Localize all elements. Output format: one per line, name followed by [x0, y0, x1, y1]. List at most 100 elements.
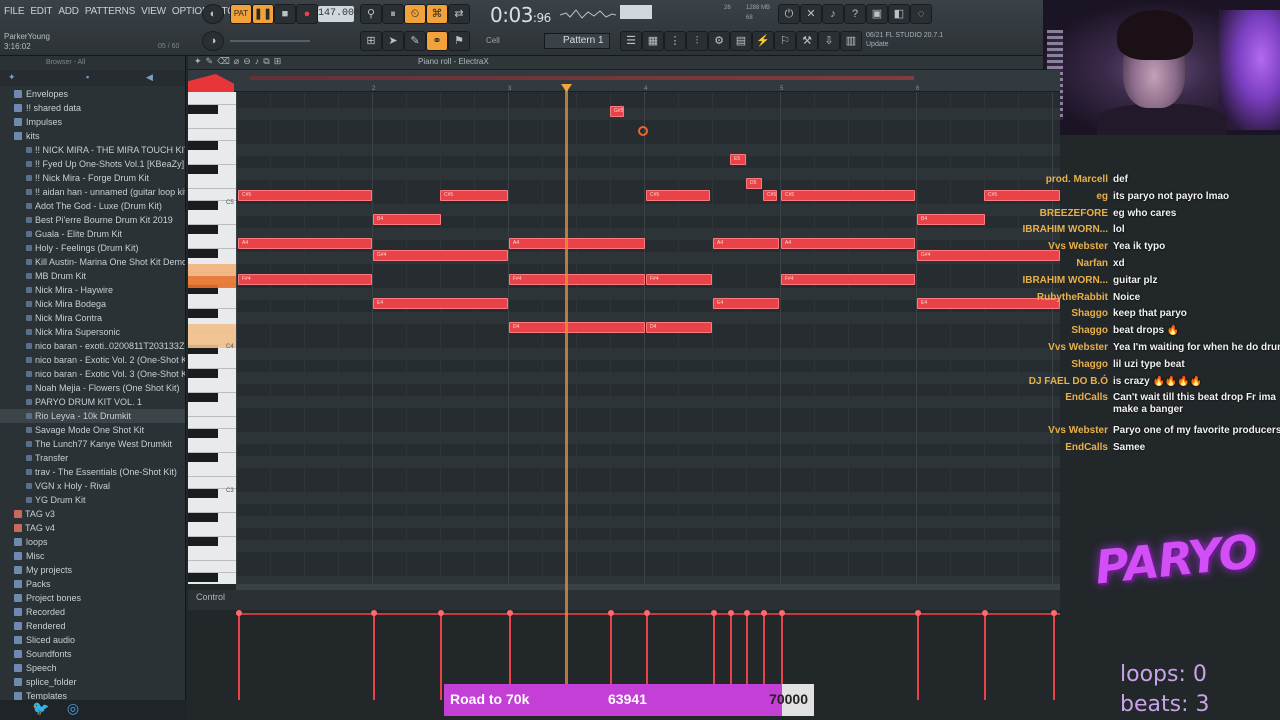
browser-item[interactable]: Rendered: [0, 619, 185, 633]
tag-icon[interactable]: ⚐: [774, 31, 796, 51]
black-key[interactable]: [188, 489, 218, 498]
black-key[interactable]: [188, 393, 218, 402]
channel-rack-icon[interactable]: ⋮: [664, 31, 686, 51]
mixer-icon[interactable]: ⫶: [686, 31, 708, 51]
pencil-icon[interactable]: ✎: [404, 31, 426, 51]
browser-item[interactable]: Nick Mira Supersonic: [0, 325, 185, 339]
piano-roll-tools-icon[interactable]: ✦✎⌫⌀⊖♪⧉⊞: [194, 56, 285, 67]
render-icon[interactable]: ◧: [888, 4, 910, 24]
browser-item[interactable]: Savage Mode One Shot Kit: [0, 423, 185, 437]
note[interactable]: E4: [373, 298, 508, 309]
note[interactable]: G#5: [610, 106, 624, 117]
browser-item[interactable]: Guala - Elite Drum Kit: [0, 227, 185, 241]
menu-edit[interactable]: EDIT: [30, 6, 52, 20]
download-icon[interactable]: ⇩: [818, 31, 840, 51]
note[interactable]: F#4: [509, 274, 645, 285]
browser-item[interactable]: Soundfonts: [0, 647, 185, 661]
snap-icon[interactable]: ⊞: [360, 31, 382, 51]
link-icon[interactable]: ⚭: [426, 31, 448, 51]
close-icon[interactable]: ✕: [800, 4, 822, 24]
playlist-icon[interactable]: ☰: [620, 31, 642, 51]
browser-item[interactable]: My projects: [0, 563, 185, 577]
browser-item[interactable]: Holy - Feelings (Drum Kit): [0, 241, 185, 255]
browser-item[interactable]: Impulses: [0, 115, 185, 129]
menu-add[interactable]: ADD: [58, 6, 79, 20]
stop-button[interactable]: ■: [274, 4, 296, 24]
chat-icon[interactable]: ◌: [910, 4, 932, 24]
velocity-handle[interactable]: [915, 610, 921, 616]
velocity-handle[interactable]: [236, 610, 242, 616]
note[interactable]: C#5: [646, 190, 710, 201]
wait-input-icon[interactable]: ⏸: [382, 4, 404, 24]
highlighted-key[interactable]: [188, 264, 236, 276]
browser-item[interactable]: PARYO DRUM KIT VOL. 1: [0, 395, 185, 409]
black-key[interactable]: [188, 309, 218, 318]
black-key[interactable]: [188, 453, 218, 462]
browser-item[interactable]: !! aidan han - unnamed (guitar loop kit): [0, 185, 185, 199]
note[interactable]: A4: [781, 238, 915, 249]
black-key[interactable]: [188, 429, 218, 438]
browser-item[interactable]: YG Drum Kit: [0, 493, 185, 507]
note[interactable]: C#5: [238, 190, 372, 201]
browser-item[interactable]: Sliced audio: [0, 633, 185, 647]
note[interactable]: F#4: [781, 274, 915, 285]
browser-item[interactable]: nico baran - Exotic Vol. 2 (One-Shot Kit…: [0, 353, 185, 367]
black-key[interactable]: [188, 201, 218, 210]
master-pitch-knob[interactable]: ◑: [202, 31, 224, 51]
black-key[interactable]: [188, 249, 218, 258]
menu-view[interactable]: VIEW: [141, 6, 166, 20]
countdown-icon[interactable]: ⏲: [404, 4, 426, 24]
velocity-bar[interactable]: [238, 614, 240, 700]
velocity-handle[interactable]: [438, 610, 444, 616]
velocity-bar[interactable]: [984, 614, 986, 700]
note[interactable]: F#4: [238, 274, 372, 285]
velocity-handle[interactable]: [507, 610, 513, 616]
note[interactable]: C#5: [763, 190, 777, 201]
velocity-handle[interactable]: [711, 610, 717, 616]
menu-patterns[interactable]: PATTERNS: [85, 6, 135, 20]
note[interactable]: F#4: [646, 274, 712, 285]
mic-icon[interactable]: ♪: [822, 4, 844, 24]
arrow-icon[interactable]: ➤: [382, 31, 404, 51]
piano-roll-icon[interactable]: ▦: [642, 31, 664, 51]
snap-label[interactable]: Cell: [486, 36, 500, 45]
note[interactable]: A4: [713, 238, 779, 249]
master-pitch-slider[interactable]: [230, 40, 310, 42]
browser-item[interactable]: Rio Leyva - 10k Drumkit: [0, 409, 185, 423]
browser-item[interactable]: nico baran - exoti..0200811T203133Z-001: [0, 339, 185, 353]
velocity-handle[interactable]: [728, 610, 734, 616]
browser-item[interactable]: !! Fyed Up One-Shots Vol.1 [KBeaZy]: [0, 157, 185, 171]
tempo-display[interactable]: 147.000: [318, 6, 360, 22]
wrench-icon[interactable]: ⚒: [796, 31, 818, 51]
browser-item[interactable]: Templates: [0, 689, 185, 700]
note[interactable]: D5: [746, 178, 762, 189]
black-key[interactable]: [188, 141, 218, 150]
velocity-handle[interactable]: [779, 610, 785, 616]
highlighted-key[interactable]: [188, 276, 236, 288]
browser-item[interactable]: Packs: [0, 577, 185, 591]
black-key[interactable]: [188, 513, 218, 522]
save-icon[interactable]: ▣: [866, 4, 888, 24]
black-key[interactable]: [188, 105, 218, 114]
browser-item[interactable]: Transfer: [0, 451, 185, 465]
browser-item[interactable]: Project bones: [0, 591, 185, 605]
channel-settings-icon[interactable]: ⚙: [708, 31, 730, 51]
grid-icon[interactable]: ▥: [840, 31, 862, 51]
browser-item[interactable]: nico baran - Exotic Vol. 3 (One-Shot Kit…: [0, 367, 185, 381]
velocity-handle[interactable]: [744, 610, 750, 616]
browser-item[interactable]: TAG v4: [0, 521, 185, 535]
browser-item[interactable]: Kill Austin- Marina One Shot Kit Demo: [0, 255, 185, 269]
play-button[interactable]: ❚❚: [252, 4, 274, 24]
velocity-bar[interactable]: [917, 614, 919, 700]
velocity-bar[interactable]: [373, 614, 375, 700]
note[interactable]: C#5: [781, 190, 915, 201]
browser-item[interactable]: !! NICK MIRA - THE MIRA TOUCH KIT VOL 1: [0, 143, 185, 157]
control-label[interactable]: Control: [196, 592, 225, 602]
note[interactable]: B4: [917, 214, 985, 225]
timeline-loop-region[interactable]: [250, 76, 914, 80]
step-edit-icon[interactable]: ⌘: [426, 4, 448, 24]
browser-item[interactable]: !! Nick Mira - Forge Drum Kit: [0, 171, 185, 185]
black-key[interactable]: [188, 369, 218, 378]
black-key[interactable]: [188, 537, 218, 546]
piano-keyboard[interactable]: C5 C4 C3: [188, 92, 236, 584]
